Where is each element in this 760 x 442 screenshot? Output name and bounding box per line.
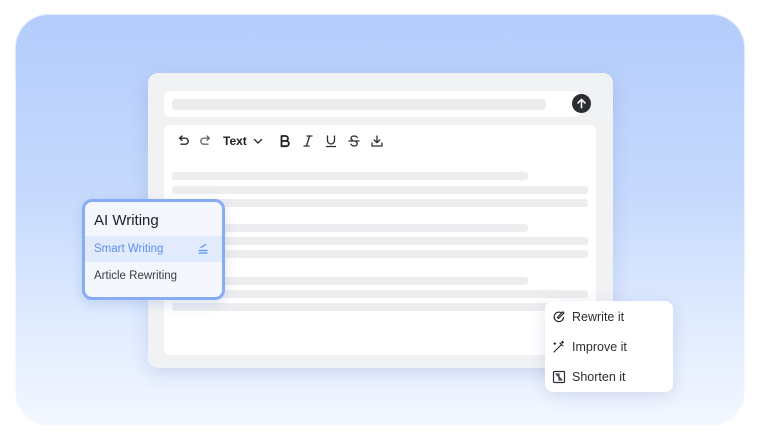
text-line-placeholder (172, 277, 528, 285)
format-toolbar: Text (174, 131, 391, 151)
shorten-menu-item[interactable]: Shorten it (552, 367, 626, 387)
text-line-placeholder (172, 224, 528, 232)
text-line-placeholder (172, 237, 588, 245)
shorten-icon (552, 370, 566, 384)
improve-menu-item[interactable]: Improve it (552, 337, 627, 357)
text-line-placeholder (172, 172, 528, 180)
ai-item-label: Smart Writing (94, 243, 164, 255)
pen-lines-icon (197, 242, 209, 260)
text-style-dropdown[interactable]: Text (223, 134, 247, 148)
text-line-placeholder (172, 199, 588, 207)
text-style-chevron[interactable] (249, 132, 267, 150)
text-line-placeholder (172, 250, 588, 258)
prompt-input[interactable] (164, 91, 580, 117)
strikethrough-button[interactable] (345, 132, 363, 150)
rewrite-menu-item[interactable]: Rewrite it (552, 307, 624, 327)
ai-item-smart-writing[interactable]: Smart Writing (85, 236, 222, 262)
chevron-down-icon (253, 138, 262, 144)
rewrite-label: Rewrite it (572, 310, 625, 324)
rewrite-icon (552, 310, 566, 324)
redo-button[interactable] (197, 132, 215, 150)
download-icon (371, 135, 383, 147)
ai-action-menu: Rewrite it Improve it Shorten it (545, 301, 673, 392)
undo-button[interactable] (174, 132, 192, 150)
shorten-label: Shorten it (572, 370, 626, 384)
text-line-placeholder (172, 303, 588, 311)
bold-button[interactable] (276, 132, 294, 150)
magic-wand-icon (552, 340, 566, 354)
ai-writing-panel: AI Writing Smart Writing Article Rewriti… (82, 199, 225, 300)
improve-label: Improve it (572, 340, 627, 354)
arrow-up-icon (577, 98, 586, 109)
text-line-placeholder (172, 186, 588, 194)
italic-button[interactable] (299, 132, 317, 150)
undo-icon (178, 135, 189, 145)
redo-icon (200, 135, 211, 145)
underline-button[interactable] (322, 132, 340, 150)
bold-icon (280, 135, 290, 148)
underline-icon (325, 135, 336, 148)
ai-item-article-rewriting[interactable]: Article Rewriting (94, 270, 177, 282)
editor-body[interactable]: Text (164, 125, 596, 355)
download-button[interactable] (368, 132, 386, 150)
ai-writing-title: AI Writing (94, 212, 159, 229)
text-line-placeholder (172, 290, 588, 298)
prompt-placeholder (172, 99, 546, 110)
strikethrough-icon (348, 135, 360, 147)
send-button[interactable] (572, 94, 591, 113)
italic-icon (303, 135, 313, 147)
